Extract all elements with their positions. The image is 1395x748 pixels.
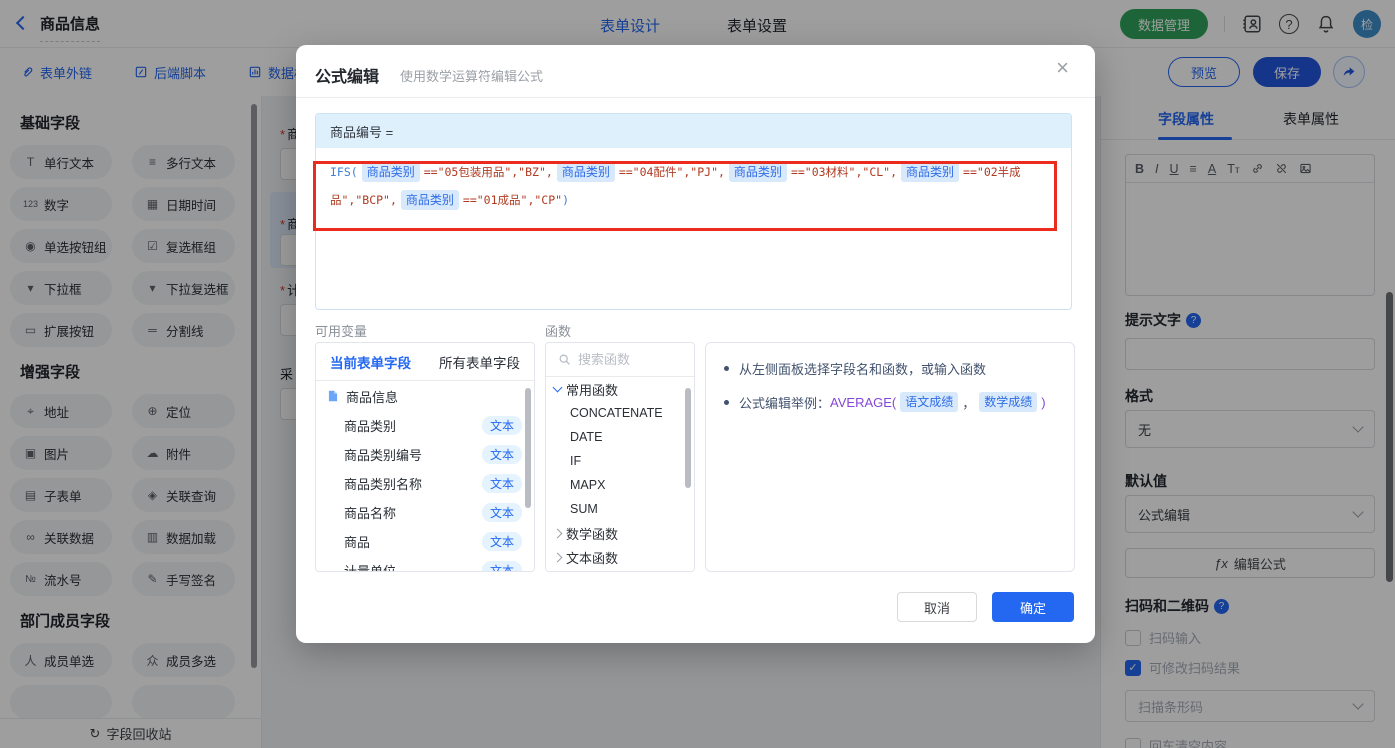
function-item[interactable]: DATE bbox=[546, 425, 694, 449]
modal-title: 公式编辑 bbox=[315, 63, 379, 87]
formula-literal: =="01成品","CP" bbox=[463, 193, 562, 207]
divider bbox=[296, 97, 1095, 98]
formula-literal: =="03材料","CL", bbox=[791, 165, 897, 179]
type-badge: 文本 bbox=[482, 416, 522, 435]
formula-editor-box[interactable]: 商品编号 = IFS( 商品类别 =="05包装用品","BZ", 商品类别 =="04… bbox=[315, 113, 1072, 310]
variables-tabs: 当前表单字段 所有表单字段 bbox=[316, 343, 534, 381]
tips-panel: 从左侧面板选择字段名和函数，或输入函数 公式编辑举例： AVERAGE( 语文成… bbox=[705, 342, 1075, 572]
formula-keyword: ) bbox=[562, 193, 569, 207]
variables-scrollbar[interactable] bbox=[525, 388, 531, 508]
functions-panel: 常用函数 CONCATENATE DATE IF MAPX SUM 数学函数 文… bbox=[545, 342, 695, 572]
variables-section-label: 可用变量 bbox=[315, 321, 367, 340]
formula-literal: =="05包装用品","BZ", bbox=[424, 165, 553, 179]
tip-line-2: 公式编辑举例： AVERAGE( 语文成绩 ， 数学成绩 ) bbox=[724, 392, 1064, 412]
field-chip[interactable]: 商品类别 bbox=[901, 162, 959, 182]
search-icon bbox=[558, 353, 571, 366]
modal-subtitle: 使用数学运算符编辑公式 bbox=[400, 66, 543, 85]
variable-row[interactable]: 商品类别名称文本 bbox=[316, 469, 534, 498]
field-chip[interactable]: 商品类别 bbox=[362, 162, 420, 182]
tab-current-form-fields[interactable]: 当前表单字段 bbox=[330, 352, 411, 372]
document-icon bbox=[326, 389, 340, 403]
variable-row[interactable]: 商品类别编号文本 bbox=[316, 440, 534, 469]
chevron-closed-icon bbox=[553, 528, 563, 538]
example-field-chip: 语文成绩 bbox=[900, 392, 958, 412]
variables-tree-root[interactable]: 商品信息 bbox=[316, 381, 534, 411]
formula-expression[interactable]: IFS( 商品类别 =="05包装用品","BZ", 商品类别 =="04配件","PJ… bbox=[316, 148, 1061, 224]
type-badge: 文本 bbox=[482, 503, 522, 522]
tab-all-form-fields[interactable]: 所有表单字段 bbox=[439, 352, 520, 372]
type-badge: 文本 bbox=[482, 561, 522, 572]
function-item[interactable]: MAPX bbox=[546, 473, 694, 497]
function-group-text[interactable]: 文本函数 bbox=[546, 545, 694, 569]
function-search-input[interactable] bbox=[578, 352, 678, 367]
example-field-chip: 数学成绩 bbox=[979, 392, 1037, 412]
functions-section-label: 函数 bbox=[545, 321, 571, 340]
formula-literal: =="04配件","PJ", bbox=[619, 165, 725, 179]
field-chip[interactable]: 商品类别 bbox=[557, 162, 615, 182]
variable-row[interactable]: 商品类别文本 bbox=[316, 411, 534, 440]
formula-keyword: IFS( bbox=[330, 165, 358, 179]
type-badge: 文本 bbox=[482, 445, 522, 464]
function-group-common[interactable]: 常用函数 bbox=[546, 377, 694, 401]
function-item[interactable]: CONCATENATE bbox=[546, 401, 694, 425]
function-group-math[interactable]: 数学函数 bbox=[546, 521, 694, 545]
function-search[interactable] bbox=[546, 343, 694, 377]
variable-row[interactable]: 计量单位文本 bbox=[316, 556, 534, 572]
screen: 商品信息 表单设计 表单设置 数据管理 ? 检 bbox=[0, 0, 1395, 748]
function-item[interactable]: IF bbox=[546, 449, 694, 473]
tip-line-1: 从左侧面板选择字段名和函数，或输入函数 bbox=[724, 359, 1064, 378]
variable-row[interactable]: 商品名称文本 bbox=[316, 498, 534, 527]
field-chip[interactable]: 商品类别 bbox=[401, 190, 459, 210]
cancel-button[interactable]: 取消 bbox=[897, 592, 977, 622]
formula-target: 商品编号 = bbox=[316, 114, 1071, 148]
type-badge: 文本 bbox=[482, 532, 522, 551]
chevron-open-icon bbox=[553, 383, 563, 393]
functions-scrollbar[interactable] bbox=[685, 388, 691, 488]
formula-editor-modal: 公式编辑 使用数学运算符编辑公式 × 商品编号 = IFS( 商品类别 =="05包… bbox=[296, 45, 1095, 643]
field-chip[interactable]: 商品类别 bbox=[729, 162, 787, 182]
type-badge: 文本 bbox=[482, 474, 522, 493]
function-item[interactable]: SUM bbox=[546, 497, 694, 521]
close-icon[interactable]: × bbox=[1056, 57, 1069, 79]
bullet-icon bbox=[724, 366, 729, 371]
chevron-closed-icon bbox=[553, 552, 563, 562]
confirm-button[interactable]: 确定 bbox=[992, 592, 1074, 622]
bullet-icon bbox=[724, 400, 729, 405]
example-function: AVERAGE( bbox=[830, 395, 896, 410]
variable-row[interactable]: 商品文本 bbox=[316, 527, 534, 556]
variables-panel: 当前表单字段 所有表单字段 商品信息 商品类别文本 商品类别编号文本 商品类别名… bbox=[315, 342, 535, 572]
